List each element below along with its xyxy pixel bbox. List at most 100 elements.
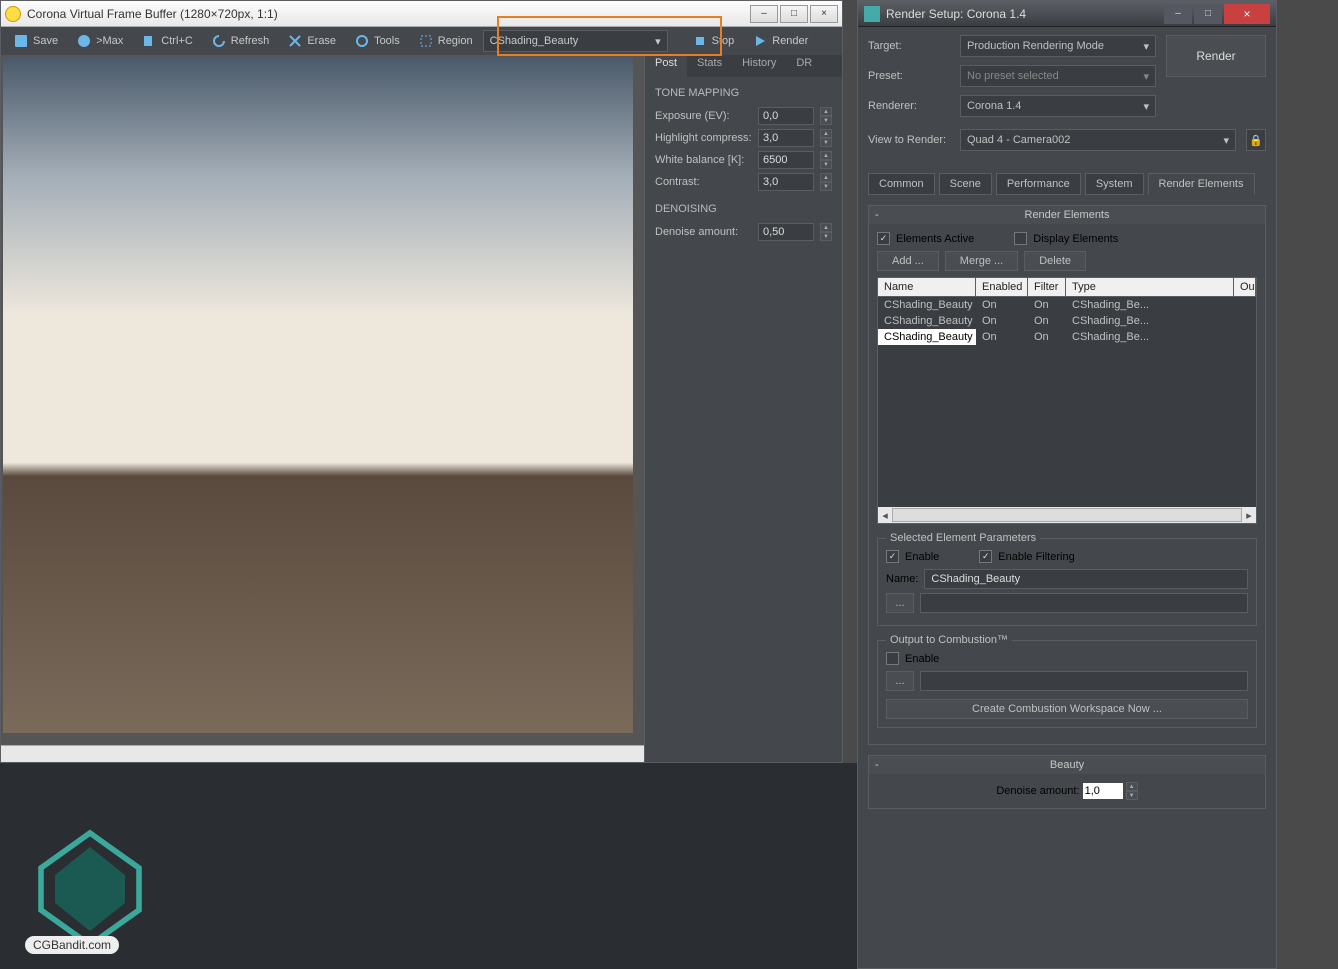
rs-title: Render Setup: Corona 1.4 [886, 7, 1164, 21]
col-enabled[interactable]: Enabled [976, 278, 1028, 296]
tab-stats[interactable]: Stats [687, 55, 732, 77]
denoise-input[interactable]: 0,50 [758, 223, 814, 241]
highlight-spinner[interactable]: ▲▼ [820, 129, 832, 147]
viewport-background: CGBandit.com [0, 763, 857, 969]
chevron-down-icon: ▾ [655, 35, 661, 48]
col-filter[interactable]: Filter [1028, 278, 1066, 296]
rs-title-bar[interactable]: Render Setup: Corona 1.4 – □ × [858, 1, 1276, 27]
create-workspace-button[interactable]: Create Combustion Workspace Now ... [886, 699, 1248, 719]
vfb-title: Corona Virtual Frame Buffer (1280×720px,… [27, 7, 750, 21]
tab-performance[interactable]: Performance [996, 173, 1081, 195]
beauty-denoise-input[interactable]: 1,0 [1083, 783, 1123, 799]
table-row[interactable]: CShading_BeautyOnOnCShading_Be... [878, 297, 1256, 313]
combustion-enable-check[interactable] [886, 652, 899, 665]
enable-filter-check[interactable]: ✓ [979, 550, 992, 563]
denoise-spinner[interactable]: ▲▼ [820, 223, 832, 241]
horizontal-scrollbar[interactable] [1, 745, 644, 762]
renderer-select[interactable]: Corona 1.4▾ [960, 95, 1156, 117]
region-button[interactable]: Region [410, 30, 481, 52]
refresh-button[interactable]: Refresh [203, 30, 278, 52]
col-name[interactable]: Name [878, 278, 976, 296]
combustion-path-button[interactable]: ... [886, 671, 914, 691]
save-button[interactable]: Save [5, 30, 66, 52]
tools-button[interactable]: Tools [346, 30, 408, 52]
path-input[interactable] [920, 593, 1248, 613]
vfb-side-panel: Post Stats History DR TONE MAPPING Expos… [644, 55, 842, 762]
tab-dr[interactable]: DR [786, 55, 822, 77]
preset-label: Preset: [868, 70, 950, 82]
tab-render-elements[interactable]: Render Elements [1148, 173, 1255, 195]
contrast-spinner[interactable]: ▲▼ [820, 173, 832, 191]
contrast-input[interactable]: 3,0 [758, 173, 814, 191]
selparams-legend: Selected Element Parameters [886, 532, 1040, 544]
add-button[interactable]: Add ... [877, 251, 939, 271]
wb-input[interactable]: 6500 [758, 151, 814, 169]
render-image [3, 57, 633, 733]
tools-icon [354, 33, 370, 49]
path-button[interactable]: ... [886, 593, 914, 613]
tab-system[interactable]: System [1085, 173, 1144, 195]
target-select[interactable]: Production Rendering Mode▾ [960, 35, 1156, 57]
element-name-input[interactable] [924, 569, 1248, 589]
region-icon [418, 33, 434, 49]
tab-history[interactable]: History [732, 55, 786, 77]
render-button[interactable]: Render [744, 30, 816, 52]
chevron-down-icon: ▾ [1143, 100, 1149, 113]
delete-button[interactable]: Delete [1024, 251, 1086, 271]
render-viewport[interactable] [1, 55, 644, 745]
stop-icon [692, 33, 708, 49]
table-hscroll[interactable]: ◂▸ [878, 507, 1256, 523]
highlight-input[interactable]: 3,0 [758, 129, 814, 147]
wb-label: White balance [K]: [655, 154, 752, 166]
table-row-selected[interactable]: CShading_BeautyOnOnCShading_Be... [878, 329, 1256, 345]
chevron-down-icon: ▾ [1223, 134, 1229, 147]
maximize-button[interactable]: □ [780, 5, 808, 23]
corona-icon [5, 6, 21, 22]
elements-rollout-head[interactable]: -Render Elements [869, 206, 1265, 224]
contrast-label: Contrast: [655, 176, 752, 188]
rs-close-button[interactable]: × [1224, 4, 1270, 24]
teapot-icon [864, 6, 880, 22]
minimize-button[interactable]: – [750, 5, 778, 23]
denoise-label: Denoise amount: [655, 226, 752, 238]
exposure-spinner[interactable]: ▲▼ [820, 107, 832, 125]
play-icon [752, 33, 768, 49]
lock-button[interactable]: 🔒 [1246, 129, 1266, 151]
combustion-path-input[interactable] [920, 671, 1248, 691]
max-button[interactable]: >Max [68, 30, 131, 52]
col-type[interactable]: Type [1066, 278, 1234, 296]
rs-minimize-button[interactable]: – [1164, 4, 1192, 24]
wb-spinner[interactable]: ▲▼ [820, 151, 832, 169]
vfb-toolbar: Save >Max Ctrl+C Refresh Erase Tools Reg… [1, 27, 842, 55]
exposure-label: Exposure (EV): [655, 110, 752, 122]
view-select[interactable]: Quad 4 - Camera002▾ [960, 129, 1236, 151]
elements-table: Name Enabled Filter Type Ou CShading_Bea… [877, 277, 1257, 524]
ctrlc-button[interactable]: Ctrl+C [133, 30, 200, 52]
vfb-title-bar[interactable]: Corona Virtual Frame Buffer (1280×720px,… [1, 1, 842, 27]
copy-icon [141, 33, 157, 49]
close-button[interactable]: × [810, 5, 838, 23]
elements-active-check[interactable]: ✓ [877, 232, 890, 245]
watermark-label: CGBandit.com [25, 936, 119, 954]
name-label: Name: [886, 573, 918, 585]
merge-button[interactable]: Merge ... [945, 251, 1018, 271]
col-out[interactable]: Ou [1234, 278, 1256, 296]
channel-dropdown[interactable]: CShading_Beauty▾ [483, 30, 668, 52]
display-elements-check[interactable] [1014, 232, 1027, 245]
preset-select[interactable]: No preset selected▾ [960, 65, 1156, 87]
highlight-label: Highlight compress: [655, 132, 752, 144]
erase-button[interactable]: Erase [279, 30, 344, 52]
stop-button[interactable]: Stop [684, 30, 743, 52]
exposure-input[interactable]: 0,0 [758, 107, 814, 125]
rs-maximize-button[interactable]: □ [1194, 4, 1222, 24]
tone-mapping-title: TONE MAPPING [645, 77, 842, 105]
enable-check[interactable]: ✓ [886, 550, 899, 563]
beauty-denoise-spinner[interactable]: ▲▼ [1126, 782, 1138, 800]
table-row[interactable]: CShading_BeautyOnOnCShading_Be... [878, 313, 1256, 329]
vfb-window: Corona Virtual Frame Buffer (1280×720px,… [0, 0, 843, 763]
beauty-rollout-head[interactable]: -Beauty [869, 756, 1265, 774]
rs-render-button[interactable]: Render [1166, 35, 1266, 77]
tab-scene[interactable]: Scene [939, 173, 992, 195]
tab-post[interactable]: Post [645, 55, 687, 77]
tab-common[interactable]: Common [868, 173, 935, 195]
